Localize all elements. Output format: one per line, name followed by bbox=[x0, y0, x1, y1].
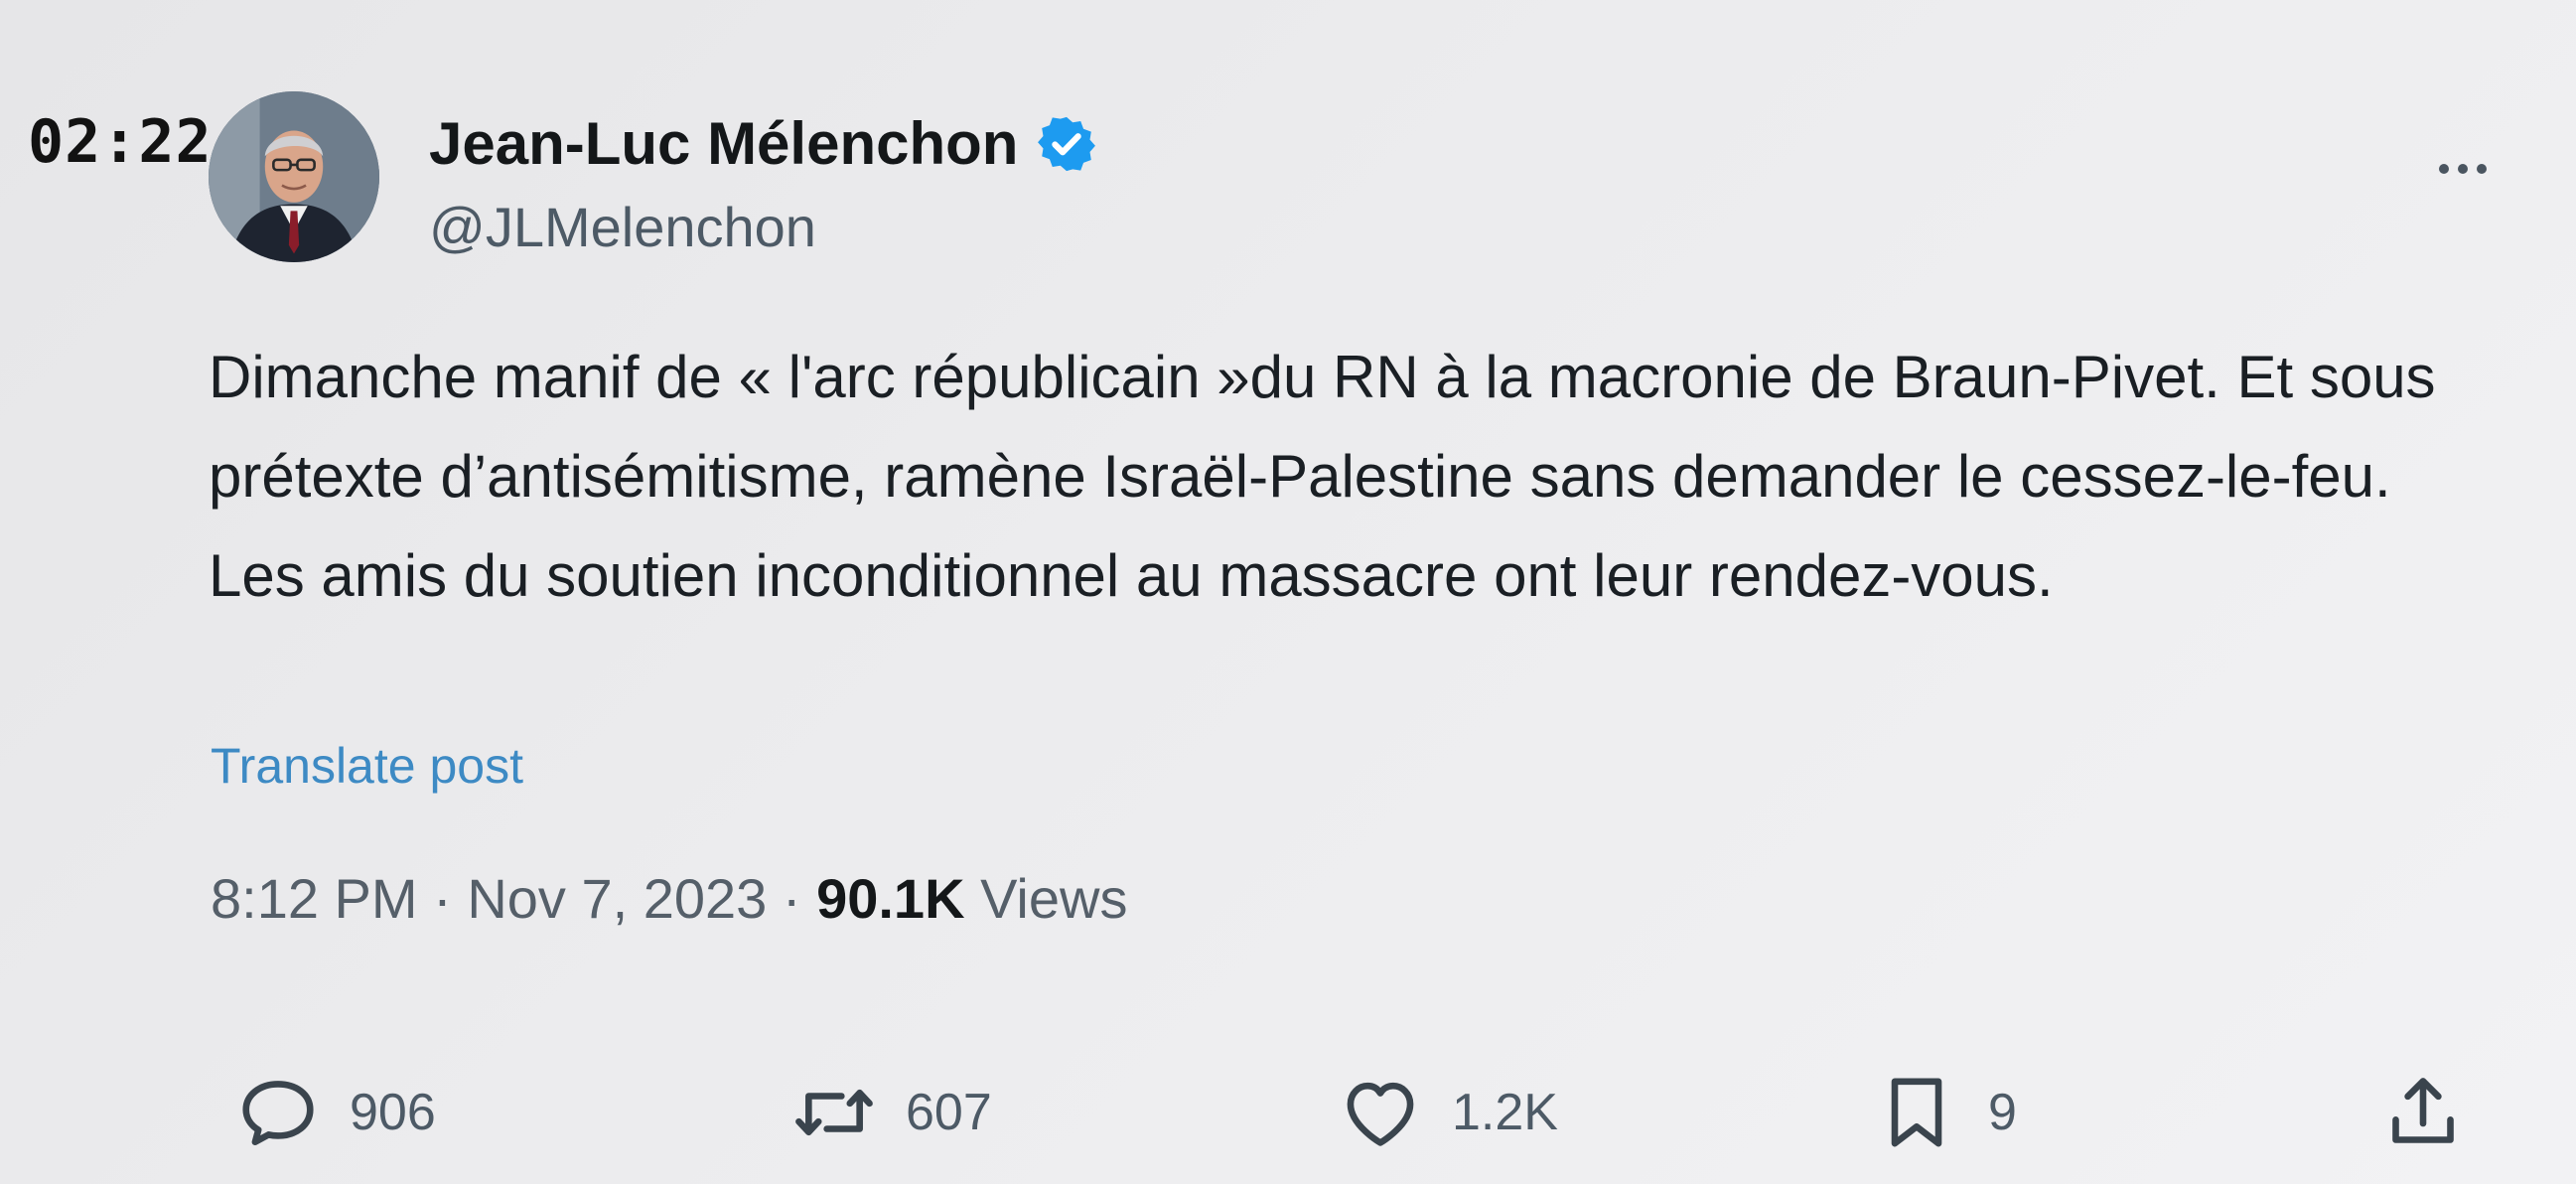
bookmark-count: 9 bbox=[1988, 1084, 2017, 1141]
post-text: Dimanche manif de « l'arc républicain »d… bbox=[209, 344, 2436, 609]
like-button[interactable]: 1.2K bbox=[1337, 1063, 1558, 1162]
author-name-row[interactable]: Jean-Luc Mélenchon bbox=[429, 109, 1097, 178]
reply-icon bbox=[234, 1069, 322, 1156]
share-button[interactable] bbox=[2379, 1063, 2467, 1162]
avatar-portrait-icon bbox=[209, 91, 379, 262]
status-time: 02:22 bbox=[28, 107, 213, 177]
like-count: 1.2K bbox=[1452, 1084, 1558, 1141]
more-dot bbox=[2477, 164, 2487, 174]
heart-icon bbox=[1337, 1069, 1424, 1156]
more-dot bbox=[2458, 164, 2468, 174]
post-date[interactable]: Nov 7, 2023 bbox=[467, 867, 767, 930]
share-icon bbox=[2379, 1069, 2467, 1156]
meta-separator: · bbox=[417, 867, 468, 930]
reply-button[interactable]: 906 bbox=[234, 1063, 436, 1162]
action-bar: 906 607 1.2K 9 bbox=[0, 1063, 2576, 1162]
more-dot bbox=[2439, 164, 2449, 174]
retweet-button[interactable]: 607 bbox=[790, 1063, 992, 1162]
views-label: Views bbox=[964, 867, 1128, 930]
post-meta: 8:12 PM · Nov 7, 2023 · 90.1K Views bbox=[211, 866, 1127, 931]
retweet-count: 607 bbox=[906, 1084, 992, 1141]
translate-post-link[interactable]: Translate post bbox=[211, 737, 523, 795]
views-count: 90.1K bbox=[816, 867, 965, 930]
author-name[interactable]: Jean-Luc Mélenchon bbox=[429, 109, 1018, 178]
retweet-icon bbox=[790, 1069, 878, 1156]
meta-separator: · bbox=[767, 867, 817, 930]
verified-badge-icon[interactable] bbox=[1036, 113, 1097, 175]
more-icon[interactable] bbox=[2423, 139, 2503, 199]
reply-count: 906 bbox=[350, 1084, 436, 1141]
bookmark-button[interactable]: 9 bbox=[1873, 1063, 2017, 1162]
author-handle[interactable]: @JLMelenchon bbox=[429, 195, 816, 259]
avatar[interactable] bbox=[209, 91, 379, 262]
bookmark-icon bbox=[1873, 1069, 1960, 1156]
post-time[interactable]: 8:12 PM bbox=[211, 867, 418, 930]
